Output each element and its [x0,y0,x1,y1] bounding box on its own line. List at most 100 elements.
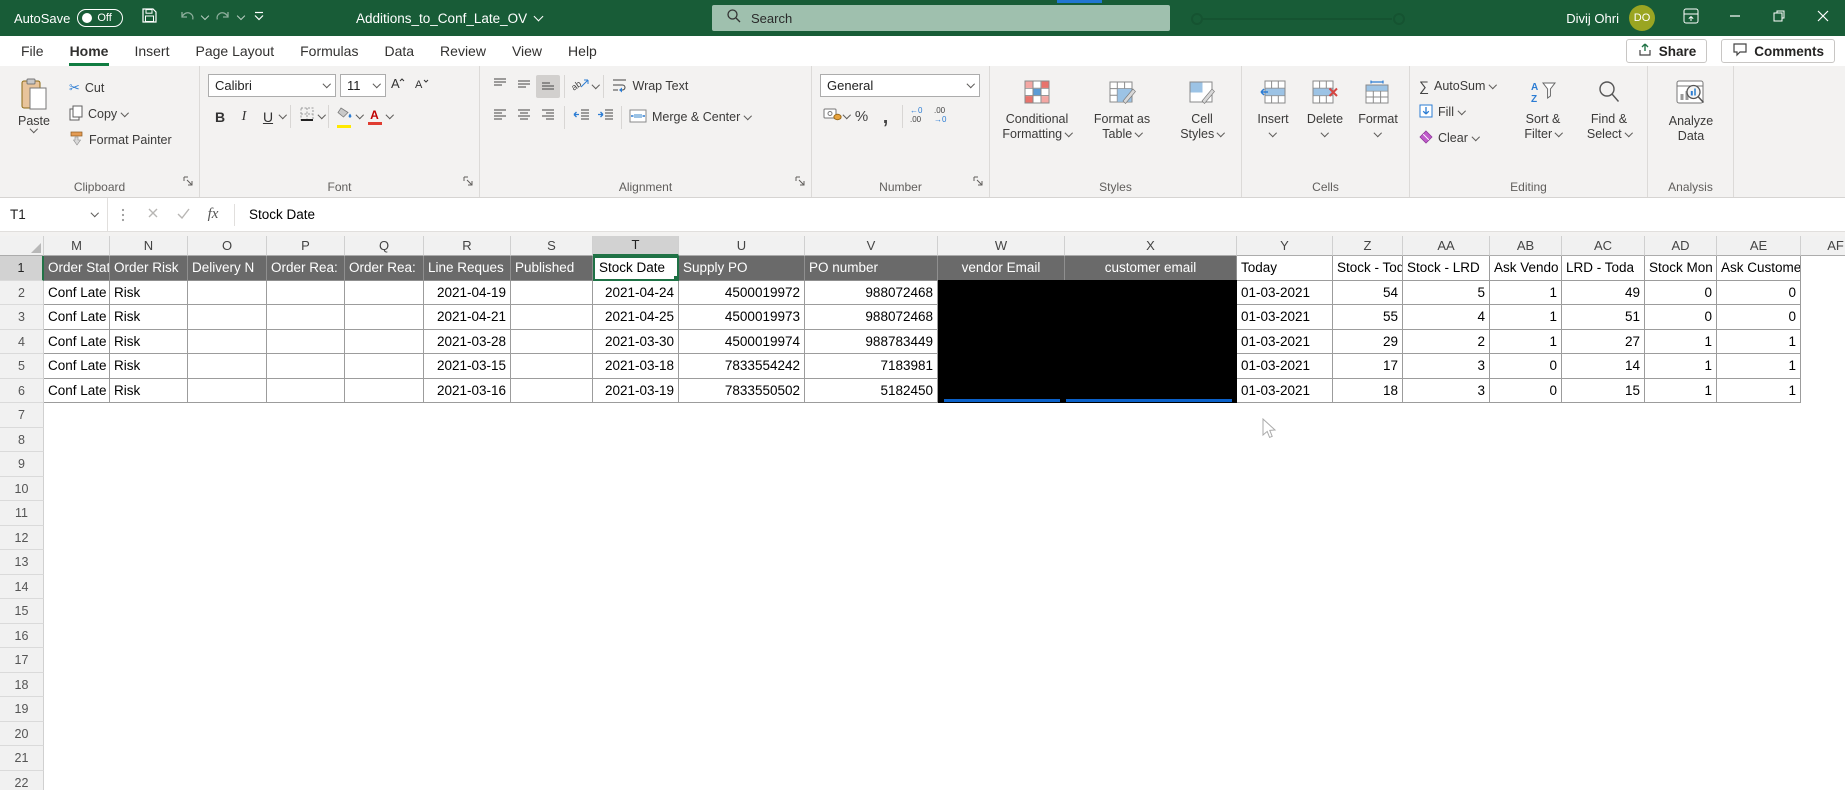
row-header-19[interactable]: 19 [0,697,44,722]
column-header-X[interactable]: X [1065,236,1237,256]
cell-R14[interactable] [424,575,511,600]
cell-Q13[interactable] [345,550,424,575]
cell-X10[interactable] [1065,477,1237,502]
cell-U11[interactable] [679,501,805,526]
cell-AC21[interactable] [1562,746,1645,771]
cell-AC11[interactable] [1562,501,1645,526]
cell-AC22[interactable] [1562,771,1645,790]
cell-U4[interactable]: 4500019974 [679,329,805,354]
cell-AB8[interactable] [1490,428,1562,453]
cell-AE6[interactable]: 1 [1717,378,1801,403]
cell-Q2[interactable] [345,280,424,305]
cell-AC18[interactable] [1562,673,1645,698]
cell-T9[interactable] [593,452,679,477]
cell-AB22[interactable] [1490,771,1562,790]
cell-Q8[interactable] [345,428,424,453]
cell-T4[interactable]: 2021-03-30 [593,329,679,354]
cell-AF20[interactable] [1801,722,1845,747]
cell-AF2[interactable] [1801,281,1845,306]
cell-V2[interactable]: 988072468 [805,280,938,305]
cell-V19[interactable] [805,697,938,722]
column-header-V[interactable]: V [805,236,938,256]
cell-Y7[interactable] [1237,403,1333,428]
row-header-6[interactable]: 6 [0,378,44,403]
cell-X12[interactable] [1065,526,1237,551]
select-all-corner[interactable] [0,236,44,256]
cell-V22[interactable] [805,771,938,790]
cell-AB9[interactable] [1490,452,1562,477]
cell-T22[interactable] [593,771,679,790]
cell-AB11[interactable] [1490,501,1562,526]
cell-R9[interactable] [424,452,511,477]
cell-N22[interactable] [110,771,188,790]
cell-O8[interactable] [188,428,267,453]
cell-P6[interactable] [267,378,345,403]
row-header-1[interactable]: 1 [0,256,44,281]
cell-O2[interactable] [188,280,267,305]
cell-AA20[interactable] [1403,722,1490,747]
cell-M10[interactable] [44,477,110,502]
align-top-button[interactable] [488,75,512,98]
alignment-dialog-launcher[interactable] [795,174,806,192]
cell-N7[interactable] [110,403,188,428]
cell-Y19[interactable] [1237,697,1333,722]
wrap-text-button[interactable]: Wrap Text [608,74,692,98]
cell-P4[interactable] [267,329,345,354]
column-header-P[interactable]: P [267,236,345,256]
cell-AA13[interactable] [1403,550,1490,575]
cell-AC10[interactable] [1562,477,1645,502]
cell-N18[interactable] [110,673,188,698]
row-header-12[interactable]: 12 [0,525,44,550]
find-select-button[interactable]: Find & Select [1578,74,1640,142]
autosum-button[interactable]: ∑ AutoSum [1416,74,1499,98]
cell-U13[interactable] [679,550,805,575]
cell-AF1[interactable] [1801,256,1845,281]
font-color-dropdown-icon[interactable] [385,111,394,119]
cell-N5[interactable]: Risk [110,354,188,379]
cell-V17[interactable] [805,648,938,673]
cell-R3[interactable]: 2021-04-21 [424,305,511,330]
column-header-U[interactable]: U [679,236,805,256]
cell-T10[interactable] [593,477,679,502]
paste-button[interactable]: Paste [8,72,60,133]
cell-AD20[interactable] [1645,722,1717,747]
cell-U20[interactable] [679,722,805,747]
column-header-W[interactable]: W [938,236,1065,256]
cell-S12[interactable] [511,526,593,551]
decrease-decimal-button[interactable]: .00 →0 [931,105,955,128]
cell-S3[interactable] [511,305,593,330]
cell-M14[interactable] [44,575,110,600]
cell-AE18[interactable] [1717,673,1801,698]
cell-V7[interactable] [805,403,938,428]
cell-P5[interactable] [267,354,345,379]
cell-Q11[interactable] [345,501,424,526]
cell-N9[interactable] [110,452,188,477]
cell-N1[interactable]: Order Risk [110,256,188,281]
document-title[interactable]: Additions_to_Conf_Late_OV [356,0,544,36]
customize-toolbar-button[interactable] [247,5,271,31]
cell-AA21[interactable] [1403,746,1490,771]
column-header-AC[interactable]: AC [1562,236,1645,256]
cell-W14[interactable] [938,575,1065,600]
cell-O20[interactable] [188,722,267,747]
cell-AD4[interactable]: 1 [1645,329,1717,354]
cell-R20[interactable] [424,722,511,747]
cell-Z1[interactable]: Stock - Tod [1333,256,1403,281]
cell-X8[interactable] [1065,428,1237,453]
cell-AA11[interactable] [1403,501,1490,526]
cell-X14[interactable] [1065,575,1237,600]
cell-S1[interactable]: Published [511,256,593,281]
cell-O15[interactable] [188,599,267,624]
cell-S6[interactable] [511,378,593,403]
cell-AC8[interactable] [1562,428,1645,453]
cell-P1[interactable]: Order Rea: [267,256,345,281]
cell-X1[interactable]: customer email [1065,256,1237,281]
undo-dropdown-icon[interactable] [201,11,210,21]
cell-X21[interactable] [1065,746,1237,771]
cell-AD8[interactable] [1645,428,1717,453]
cell-U2[interactable]: 4500019972 [679,280,805,305]
column-header-N[interactable]: N [110,236,188,256]
column-header-AB[interactable]: AB [1490,236,1562,256]
cell-AF6[interactable] [1801,379,1845,404]
cell-Z21[interactable] [1333,746,1403,771]
